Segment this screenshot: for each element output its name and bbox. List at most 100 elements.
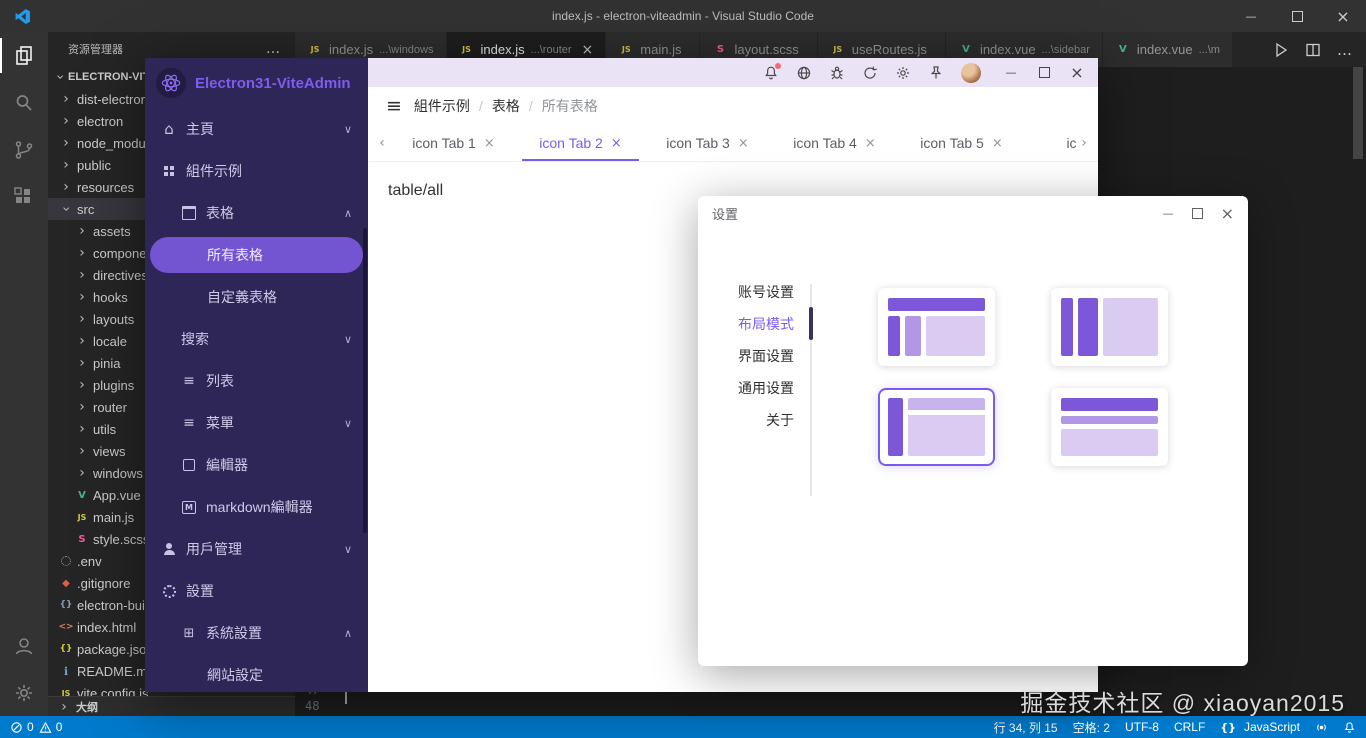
account-icon[interactable]	[0, 622, 48, 669]
app-maximize-button[interactable]	[1037, 67, 1051, 78]
search-icon[interactable]	[0, 79, 48, 126]
app-tab-close-icon[interactable]	[611, 136, 622, 151]
app-minimize-button[interactable]	[1004, 66, 1018, 79]
active-menu-indicator	[809, 307, 813, 340]
tabs-scroll-left-icon[interactable]	[374, 135, 390, 151]
app-close-button[interactable]	[1070, 63, 1084, 82]
app-tab[interactable]: icon Ta	[1025, 125, 1076, 161]
refresh-icon[interactable]	[862, 65, 878, 81]
sidebar-menu-item[interactable]: 系統設置	[145, 612, 368, 654]
chevron-icon	[344, 207, 352, 220]
bug-icon[interactable]	[829, 65, 845, 81]
sidebar-menu-item[interactable]: 搜索	[145, 318, 368, 360]
file-name: public	[77, 158, 111, 173]
cursor-position[interactable]: 行 34, 列 15	[994, 719, 1058, 736]
broadcast-icon[interactable]	[1315, 721, 1328, 734]
outline-section[interactable]: 大纲	[48, 696, 295, 716]
app-tab[interactable]: icon Tab 3	[644, 125, 771, 161]
layout-preview-card[interactable]	[1051, 288, 1168, 366]
chev-icon	[58, 157, 74, 173]
notification-bell-icon[interactable]	[763, 65, 779, 81]
sidebar-menu-item[interactable]: 編輯器	[145, 444, 368, 486]
app-settings-gear-icon[interactable]	[895, 65, 911, 81]
app-tab-close-icon[interactable]	[484, 136, 495, 151]
file-name: .env	[77, 554, 102, 569]
explorer-more-icon[interactable]	[266, 41, 281, 57]
close-button[interactable]	[1320, 0, 1366, 32]
sidebar-menu-item[interactable]: 所有表格	[150, 237, 363, 273]
app-tab[interactable]: icon Tab 5	[898, 125, 1025, 161]
app-tab[interactable]: icon Tab 4	[771, 125, 898, 161]
sidebar-menu-item[interactable]: 用戶管理	[145, 528, 368, 570]
preview-subsidebar	[905, 316, 921, 356]
dialog-maximize-button[interactable]	[1192, 208, 1203, 219]
bell-icon[interactable]	[1343, 721, 1356, 734]
eol-sequence[interactable]: CRLF	[1174, 720, 1205, 734]
layout-preview-card[interactable]	[1051, 388, 1168, 466]
pin-icon[interactable]	[928, 65, 944, 81]
editor-scrollbar[interactable]	[1353, 67, 1363, 159]
more-actions-icon[interactable]	[1337, 40, 1352, 59]
breadcrumb-item[interactable]: 組件示例	[414, 96, 492, 116]
settings-gear-icon[interactable]	[0, 669, 48, 716]
sidebar-menu-item[interactable]: 網站設定	[145, 654, 368, 692]
chevron-right-icon	[56, 699, 72, 715]
json-icon	[58, 644, 74, 654]
app-tab[interactable]: icon Tab 2	[517, 125, 644, 161]
breadcrumb-item[interactable]: 所有表格	[542, 96, 598, 116]
tab-path-detail: ...\windows	[379, 44, 433, 56]
app-tab-close-icon[interactable]	[738, 136, 749, 151]
chev-icon	[74, 267, 90, 283]
sidebar-menu-item[interactable]: 設置	[145, 570, 368, 612]
breadcrumb-item[interactable]: 表格	[492, 96, 542, 116]
js-icon	[74, 513, 90, 522]
minimize-button[interactable]	[1228, 0, 1274, 32]
language-globe-icon[interactable]	[796, 65, 812, 81]
explorer-icon[interactable]	[0, 32, 48, 79]
sidebar-menu-item[interactable]: 列表	[145, 360, 368, 402]
split-editor-icon[interactable]	[1305, 42, 1321, 58]
sidebar-menu-item[interactable]: markdown編輯器	[145, 486, 368, 528]
tab-close-icon[interactable]	[582, 42, 594, 58]
problems-errors[interactable]: 0	[10, 720, 34, 734]
sidebar-menu-item[interactable]: 菜單	[145, 402, 368, 444]
sidebar-menu-item[interactable]: 組件示例	[145, 150, 368, 192]
sidebar-scrollbar[interactable]	[363, 228, 367, 533]
extensions-icon[interactable]	[0, 173, 48, 220]
preview-content	[1103, 298, 1158, 356]
problems-warnings[interactable]: 0	[39, 720, 63, 734]
sidebar-menu-item[interactable]: 表格	[145, 192, 368, 234]
tab-filename: index.js	[329, 42, 373, 57]
sidebar-menu-item[interactable]: 主頁	[145, 108, 368, 150]
chevron-icon	[344, 627, 352, 640]
dialog-menu-item[interactable]: 界面设置	[716, 340, 794, 372]
dialog-menu-item[interactable]: 通用设置	[716, 372, 794, 404]
dialog-close-button[interactable]	[1221, 204, 1234, 223]
chev-icon	[74, 421, 90, 437]
file-name: layouts	[93, 312, 134, 327]
sidebar-menu-item[interactable]: 自定義表格	[145, 276, 368, 318]
dialog-menu-item[interactable]: 布局模式	[716, 308, 794, 340]
maximize-button[interactable]	[1274, 0, 1320, 32]
run-icon[interactable]	[1273, 42, 1289, 58]
preview-content	[908, 398, 985, 456]
language-mode[interactable]: JavaScript	[1220, 720, 1300, 734]
indentation[interactable]: 空格: 2	[1073, 719, 1110, 736]
encoding[interactable]: UTF-8	[1125, 720, 1159, 734]
dialog-menu-item[interactable]: 关于	[716, 404, 794, 436]
app-tab-close-icon[interactable]	[992, 136, 1003, 151]
window-title: index.js - electron-viteadmin - Visual S…	[0, 9, 1366, 23]
tabs-scroll-right-icon[interactable]	[1076, 135, 1092, 151]
app-tab-close-icon[interactable]	[865, 136, 876, 151]
editor-tab[interactable]: index.vue ...\m	[1103, 32, 1233, 67]
tab-filename: index.vue	[980, 42, 1036, 57]
layout-preview-card[interactable]	[878, 388, 995, 466]
user-avatar[interactable]	[961, 63, 981, 83]
dialog-minimize-button[interactable]	[1163, 207, 1174, 220]
gearfile-icon	[58, 556, 74, 566]
dialog-menu-item[interactable]: 账号设置	[716, 276, 794, 308]
layout-preview-card[interactable]	[878, 288, 995, 366]
source-control-icon[interactable]	[0, 126, 48, 173]
hamburger-menu-icon[interactable]	[386, 95, 402, 117]
app-tab[interactable]: icon Tab 1	[390, 125, 517, 161]
